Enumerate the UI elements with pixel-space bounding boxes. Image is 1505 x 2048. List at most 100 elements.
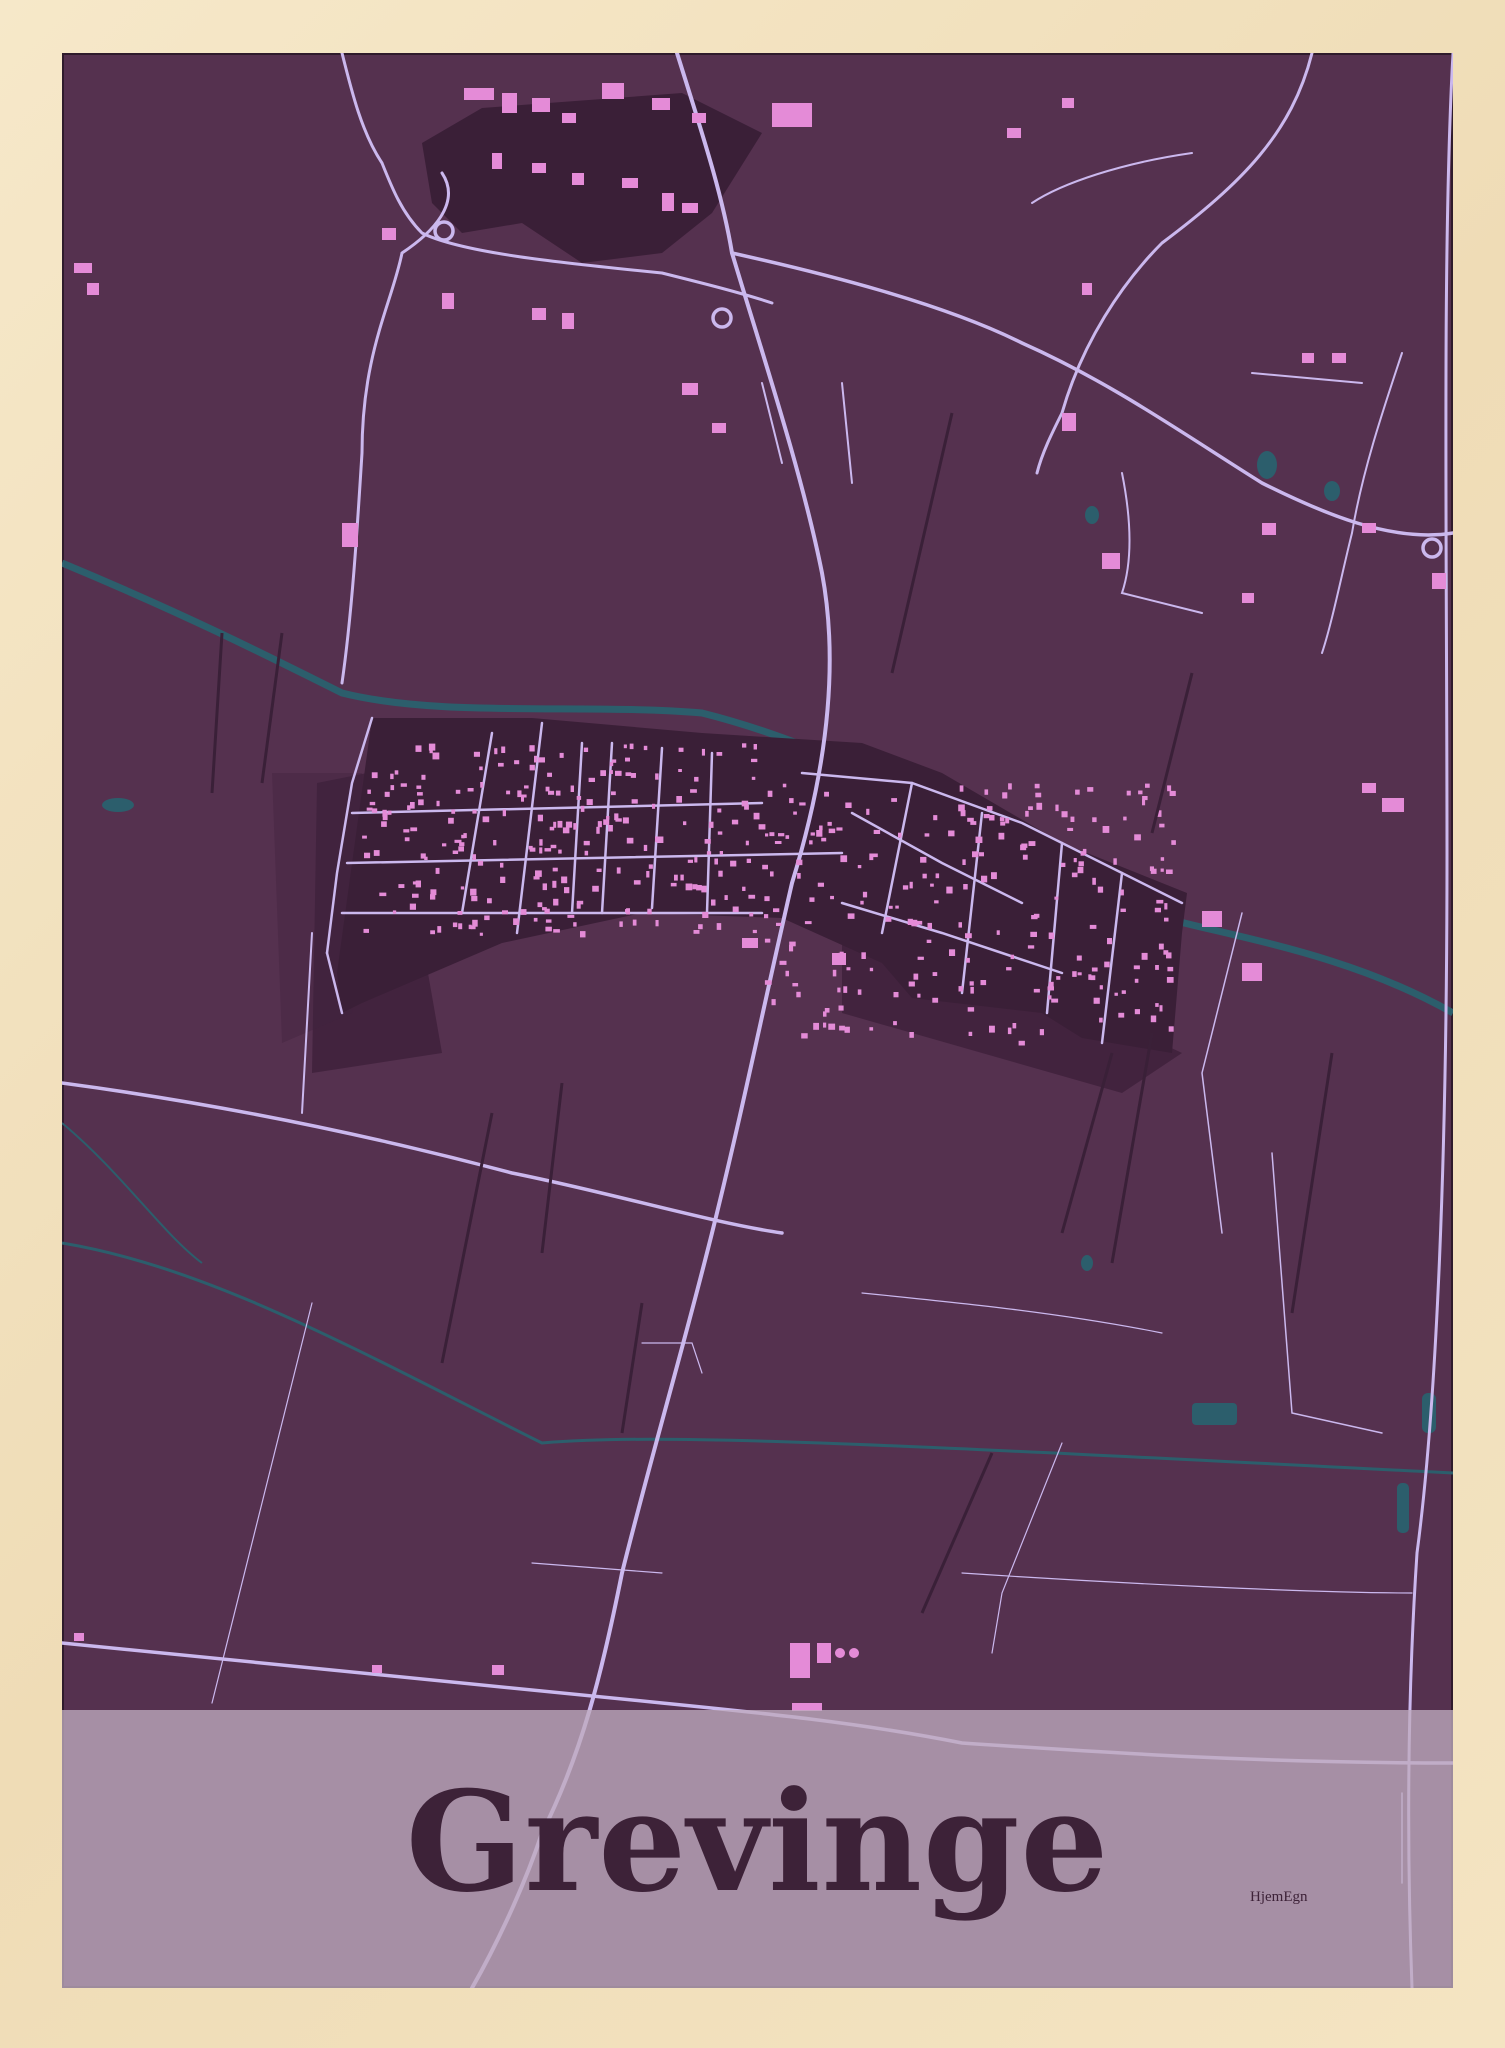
house <box>428 743 436 751</box>
house <box>539 847 543 854</box>
house <box>909 1032 914 1038</box>
house <box>823 1022 827 1028</box>
house <box>965 957 970 963</box>
house <box>576 903 581 909</box>
house <box>467 788 474 792</box>
house <box>1012 1023 1017 1029</box>
house <box>758 824 766 830</box>
house <box>545 786 550 792</box>
house <box>792 983 799 987</box>
house <box>500 862 504 868</box>
house <box>972 851 979 858</box>
house <box>836 827 843 831</box>
house <box>1113 858 1117 865</box>
house <box>888 905 893 909</box>
house <box>416 785 422 789</box>
house <box>724 895 728 900</box>
house <box>1134 1009 1140 1015</box>
house <box>1007 1027 1012 1035</box>
house <box>458 846 464 852</box>
house <box>845 802 852 808</box>
house <box>409 903 416 910</box>
house <box>1169 790 1176 796</box>
house <box>552 880 557 888</box>
house <box>989 1025 995 1033</box>
house <box>542 907 547 911</box>
house <box>460 886 465 890</box>
house <box>1142 796 1148 801</box>
house <box>479 766 483 771</box>
house <box>565 821 573 828</box>
roundabouts <box>433 220 1443 559</box>
house <box>1018 1040 1025 1046</box>
house <box>827 821 832 826</box>
house <box>970 986 974 994</box>
house <box>821 837 827 842</box>
house <box>573 823 577 830</box>
house <box>384 791 390 797</box>
house <box>824 791 829 797</box>
house <box>959 785 964 792</box>
house <box>1000 821 1006 826</box>
house <box>1061 811 1068 818</box>
house <box>480 782 484 788</box>
house <box>873 829 881 834</box>
house <box>471 896 478 902</box>
house <box>685 883 693 891</box>
house <box>946 886 953 894</box>
house <box>1134 834 1141 841</box>
house <box>1030 931 1037 937</box>
house <box>753 744 757 750</box>
house <box>1071 872 1078 878</box>
house <box>528 845 533 850</box>
house <box>714 858 718 865</box>
house <box>371 808 378 813</box>
house <box>843 986 848 993</box>
house <box>861 952 866 959</box>
house <box>643 745 648 751</box>
house <box>432 752 440 760</box>
house <box>810 832 815 836</box>
house <box>717 831 723 835</box>
house <box>600 770 606 776</box>
house <box>678 769 682 772</box>
house <box>537 814 543 822</box>
house <box>520 909 527 915</box>
house <box>1155 1003 1159 1007</box>
house <box>893 992 899 998</box>
house <box>454 839 462 843</box>
house <box>1114 992 1118 996</box>
house <box>1070 816 1075 822</box>
house <box>742 743 747 748</box>
house <box>564 887 570 894</box>
house <box>774 841 782 844</box>
house <box>567 914 575 918</box>
house <box>583 840 590 846</box>
house <box>764 914 769 919</box>
house <box>458 923 463 930</box>
house <box>762 864 768 870</box>
house <box>506 790 511 795</box>
house <box>895 905 899 909</box>
house <box>989 815 995 821</box>
house <box>930 883 934 887</box>
house <box>948 830 955 837</box>
house <box>769 832 775 837</box>
house <box>652 803 656 809</box>
house <box>678 747 684 752</box>
house <box>436 800 440 807</box>
house <box>1034 783 1040 789</box>
house <box>1076 955 1082 961</box>
house <box>539 839 543 846</box>
house <box>933 815 938 821</box>
house <box>809 897 815 902</box>
house <box>619 921 623 927</box>
house <box>1158 943 1164 950</box>
house <box>860 900 864 905</box>
house <box>1166 977 1174 983</box>
house <box>623 744 627 749</box>
house <box>558 849 562 854</box>
house <box>1133 965 1140 970</box>
house <box>437 926 442 933</box>
poster-title: Grevinge <box>405 1760 1110 1923</box>
